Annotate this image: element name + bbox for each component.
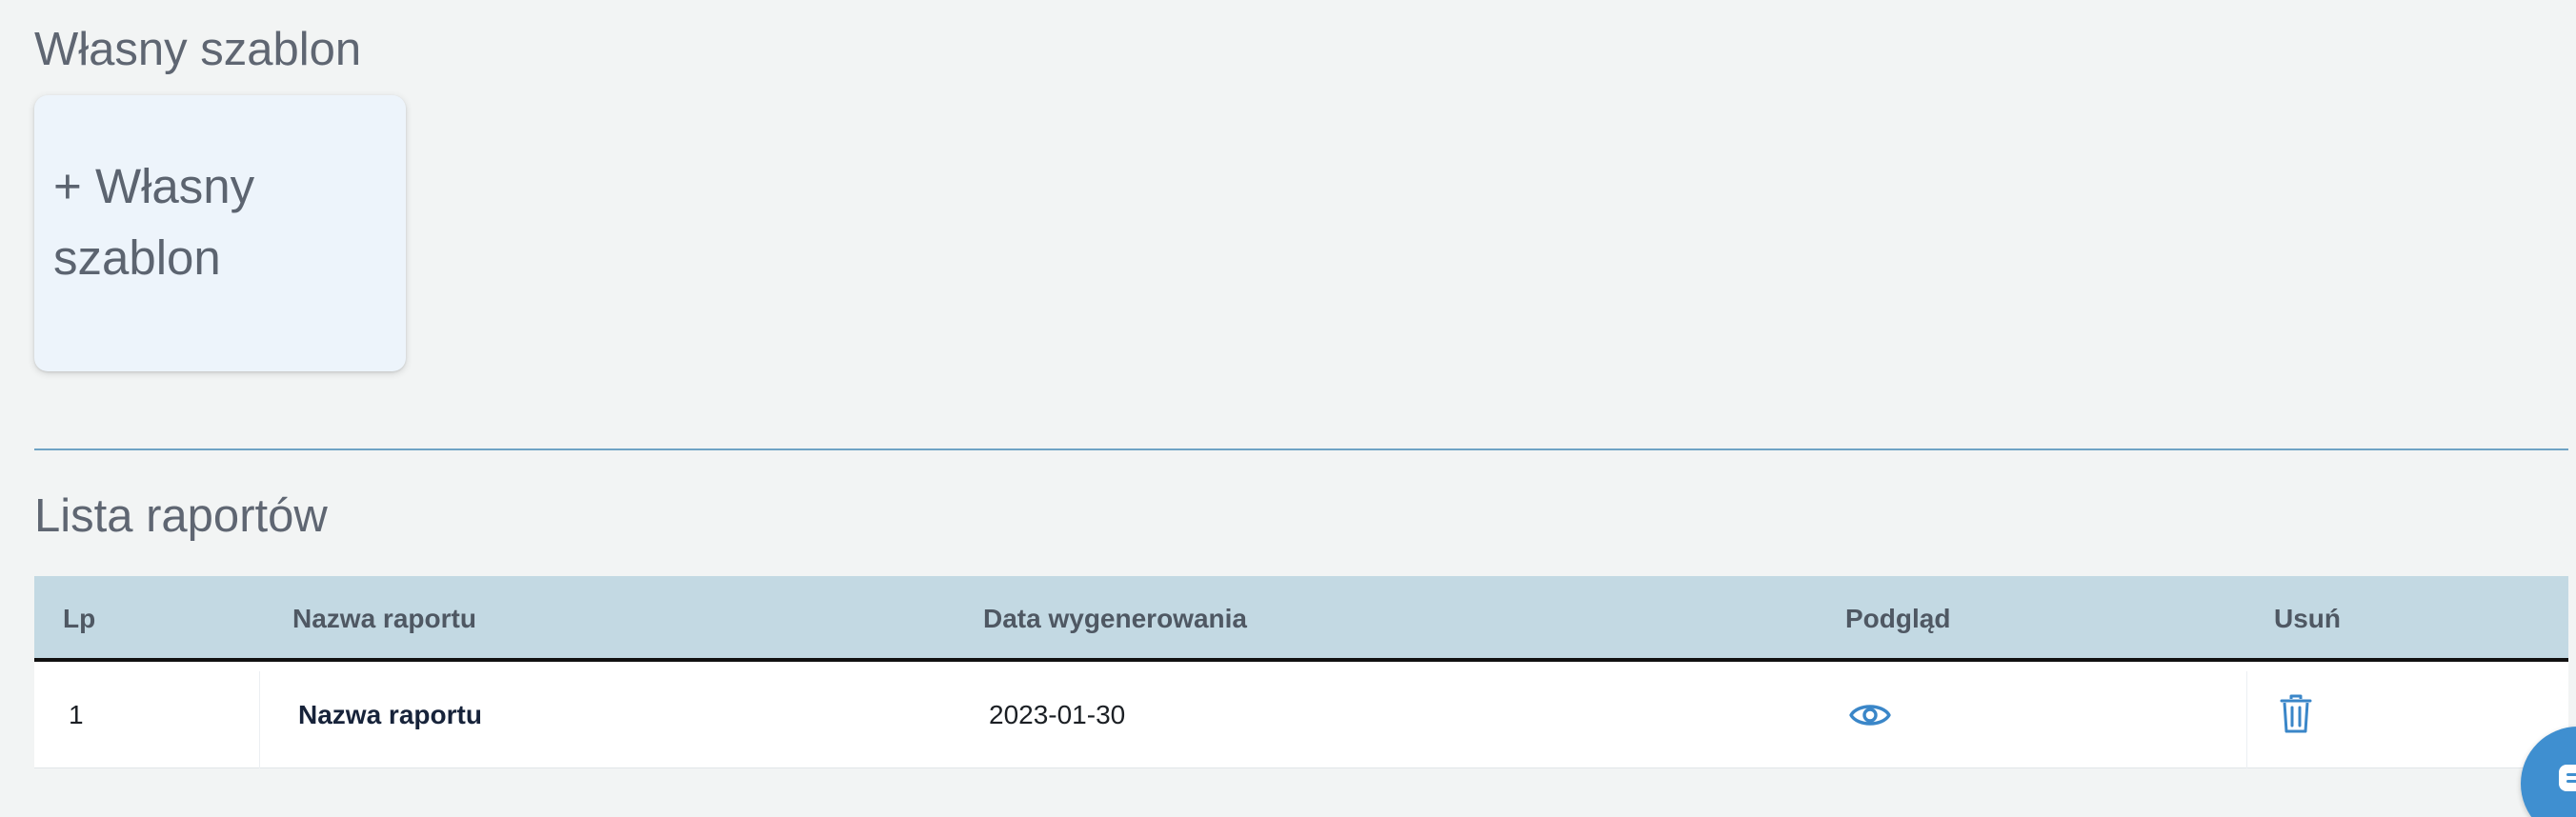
add-custom-template-card[interactable]: + Własny szablon [34,95,406,371]
delete-button[interactable] [2277,690,2315,738]
section-divider [34,448,2568,450]
column-header-date: Data wygenerowania [983,604,1247,633]
reports-table: Lp Nazwa raportu Data wygenerowania Podg… [34,576,2568,768]
column-header-lp: Lp [63,604,96,633]
cell-report-name: Nazwa raportu [298,700,482,729]
column-header-delete: Usuń [2274,604,2341,633]
reports-list-title: Lista raportów [34,490,328,542]
eye-icon [1849,705,1891,726]
column-header-preview: Podgląd [1845,604,1951,633]
table-header: Lp Nazwa raportu Data wygenerowania Podg… [34,576,2568,662]
column-header-name: Nazwa raportu [292,604,476,633]
trash-icon [2280,694,2312,733]
preview-button[interactable] [1846,694,1894,736]
table-row: 1 Nazwa raportu 2023-01-30 [34,662,2568,768]
column-separator [2246,671,2247,768]
chat-icon [2559,765,2576,791]
cell-lp: 1 [69,700,84,729]
add-custom-template-label: + Własny szablon [53,159,255,285]
cell-generated-date: 2023-01-30 [989,700,1126,729]
custom-template-title: Własny szablon [34,24,362,75]
column-separator [259,671,260,768]
